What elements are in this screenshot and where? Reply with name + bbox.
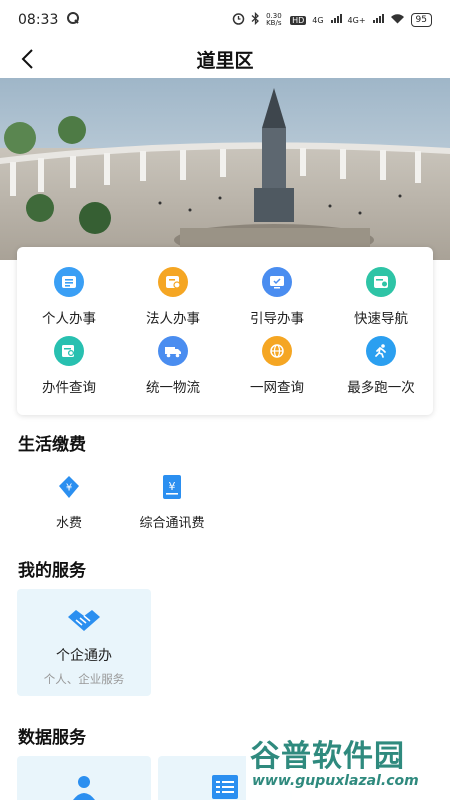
notification-icon — [66, 11, 80, 29]
back-button[interactable] — [12, 44, 42, 74]
signal-icon — [330, 13, 342, 27]
watermark-url: www.gupuxlazal.com — [252, 773, 419, 789]
service-label: 办件查询 — [42, 380, 96, 396]
section-title-my-services: 我的服务 — [18, 561, 86, 581]
battery-icon: 95 — [410, 13, 432, 27]
service-label: 个人办事 — [42, 311, 96, 327]
service-navigation[interactable]: 快速导航 — [329, 267, 433, 336]
network-4g-plus: 4G+ — [347, 15, 366, 25]
monitor-check-icon — [262, 267, 292, 297]
net-speed: 0.30 KB/s — [266, 12, 282, 27]
network-4g: 4G — [312, 15, 324, 25]
banner-image[interactable] — [0, 78, 450, 260]
id-card-icon — [54, 267, 84, 297]
pay-telecom[interactable]: ¥ 综合通讯费 — [130, 472, 214, 531]
service-run-once[interactable]: 最多跑一次 — [329, 336, 433, 405]
service-guide[interactable]: 引导办事 — [225, 267, 329, 336]
my-service-card[interactable]: 个企通办 个人、企业服务 — [17, 589, 151, 696]
service-label: 引导办事 — [250, 311, 304, 327]
page-title: 道里区 — [196, 49, 254, 72]
business-card-icon — [158, 267, 188, 297]
navigation-card-icon — [366, 267, 396, 297]
service-logistics[interactable]: 统一物流 — [121, 336, 225, 405]
service-label: 最多跑一次 — [347, 380, 415, 396]
globe-icon — [262, 336, 292, 366]
my-service-subtitle: 个人、企业服务 — [43, 672, 125, 686]
my-service-title: 个企通办 — [56, 648, 112, 664]
handshake-icon — [66, 607, 102, 637]
pay-label: 综合通讯费 — [139, 516, 205, 531]
service-label: 一网查询 — [250, 380, 304, 396]
pay-water[interactable]: ¥ 水费 — [44, 472, 94, 531]
hd-badge: HD — [290, 15, 307, 25]
list-icon — [211, 774, 239, 800]
status-bar: 08:33 0.30 KB/s HD 4G 4G+ 95 — [0, 0, 450, 40]
truck-icon — [158, 336, 188, 366]
nav-bar: 道里区 — [0, 40, 450, 78]
signal-icon-2 — [372, 13, 384, 27]
pay-label: 水费 — [55, 516, 82, 531]
section-title-life-pay: 生活缴费 — [18, 435, 86, 455]
service-grid-card: 个人办事 法人办事 引导办事 快速导航 办件查询 统一物流 一网查询 最多跑一次 — [17, 247, 433, 415]
watermark-logo: 谷普软件园 www.gupuxlazal.com — [246, 729, 450, 800]
status-time: 08:33 — [18, 12, 59, 28]
chevron-left-icon — [21, 49, 33, 69]
service-case-query[interactable]: 办件查询 — [17, 336, 121, 405]
svg-text:¥: ¥ — [66, 483, 72, 494]
svg-text:¥: ¥ — [169, 480, 176, 493]
alarm-icon — [232, 12, 245, 28]
water-drop-yuan-icon: ¥ — [54, 472, 84, 502]
bluetooth-icon — [251, 11, 260, 28]
user-icon — [70, 774, 98, 800]
service-one-net-query[interactable]: 一网查询 — [225, 336, 329, 405]
runner-icon — [366, 336, 396, 366]
service-label: 快速导航 — [354, 311, 408, 327]
watermark-main-text: 谷普软件园 — [250, 739, 405, 774]
service-label: 统一物流 — [146, 380, 200, 396]
document-search-icon — [54, 336, 84, 366]
bill-yuan-icon: ¥ — [157, 472, 187, 502]
data-service-card-1[interactable] — [17, 756, 151, 800]
service-legal[interactable]: 法人办事 — [121, 267, 225, 336]
service-personal[interactable]: 个人办事 — [17, 267, 121, 336]
wifi-icon — [390, 13, 405, 27]
service-label: 法人办事 — [146, 311, 200, 327]
section-title-data-services: 数据服务 — [18, 728, 86, 748]
